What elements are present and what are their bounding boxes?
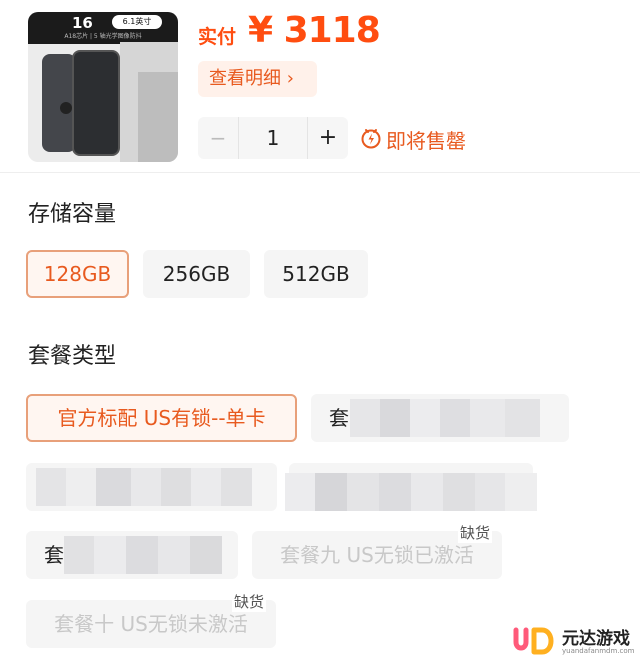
package-option-label: 套 xyxy=(329,406,349,430)
phone-front-image xyxy=(72,50,120,156)
price-label: 实付 xyxy=(198,26,237,48)
yd-logo-icon xyxy=(513,627,554,655)
camera-icon xyxy=(60,102,72,114)
storage-option-128gb[interactable]: 128GB xyxy=(26,250,129,298)
quantity-value[interactable]: 1 xyxy=(238,117,308,159)
redacted-area xyxy=(138,72,178,162)
out-of-stock-tag: 缺货 xyxy=(458,522,493,543)
sale-status-text: 即将售罄 xyxy=(386,129,466,153)
watermark-name: 元达游戏 xyxy=(562,629,630,649)
mosaic-redaction xyxy=(285,473,537,511)
thumbnail-subtitle: A18芯片 | 5 轴光学图像防抖 xyxy=(64,33,142,40)
out-of-stock-tag: 缺货 xyxy=(232,591,267,612)
mosaic-redaction xyxy=(64,536,222,574)
mosaic-redaction xyxy=(350,399,540,437)
thumbnail-size-badge: 6.1英寸 xyxy=(112,15,162,29)
phone-back-image xyxy=(42,54,76,152)
view-details-button[interactable]: 查看明细 › xyxy=(198,61,317,97)
package-title: 套餐类型 xyxy=(28,344,117,369)
storage-title: 存储容量 xyxy=(28,202,117,227)
thumbnail-model: 16 xyxy=(72,14,93,32)
storage-option-512gb[interactable]: 512GB xyxy=(264,250,368,298)
product-thumbnail[interactable]: 16 6.1英寸 A18芯片 | 5 轴光学图像防抖 xyxy=(28,12,178,162)
storage-option-256gb[interactable]: 256GB xyxy=(143,250,250,298)
increase-button[interactable]: + xyxy=(308,117,348,159)
package-option-label: 套 xyxy=(44,543,64,567)
package-option-official[interactable]: 官方标配 US有锁--单卡 xyxy=(26,394,297,442)
lightning-clock-icon xyxy=(361,129,381,149)
watermark-url: yuandafanmdm.com xyxy=(562,647,635,655)
quantity-stepper: − 1 + xyxy=(198,117,348,159)
decrease-button[interactable]: − xyxy=(198,117,238,159)
mosaic-redaction xyxy=(36,468,252,506)
divider xyxy=(0,172,640,173)
price-value: ¥ 3118 xyxy=(248,10,381,51)
